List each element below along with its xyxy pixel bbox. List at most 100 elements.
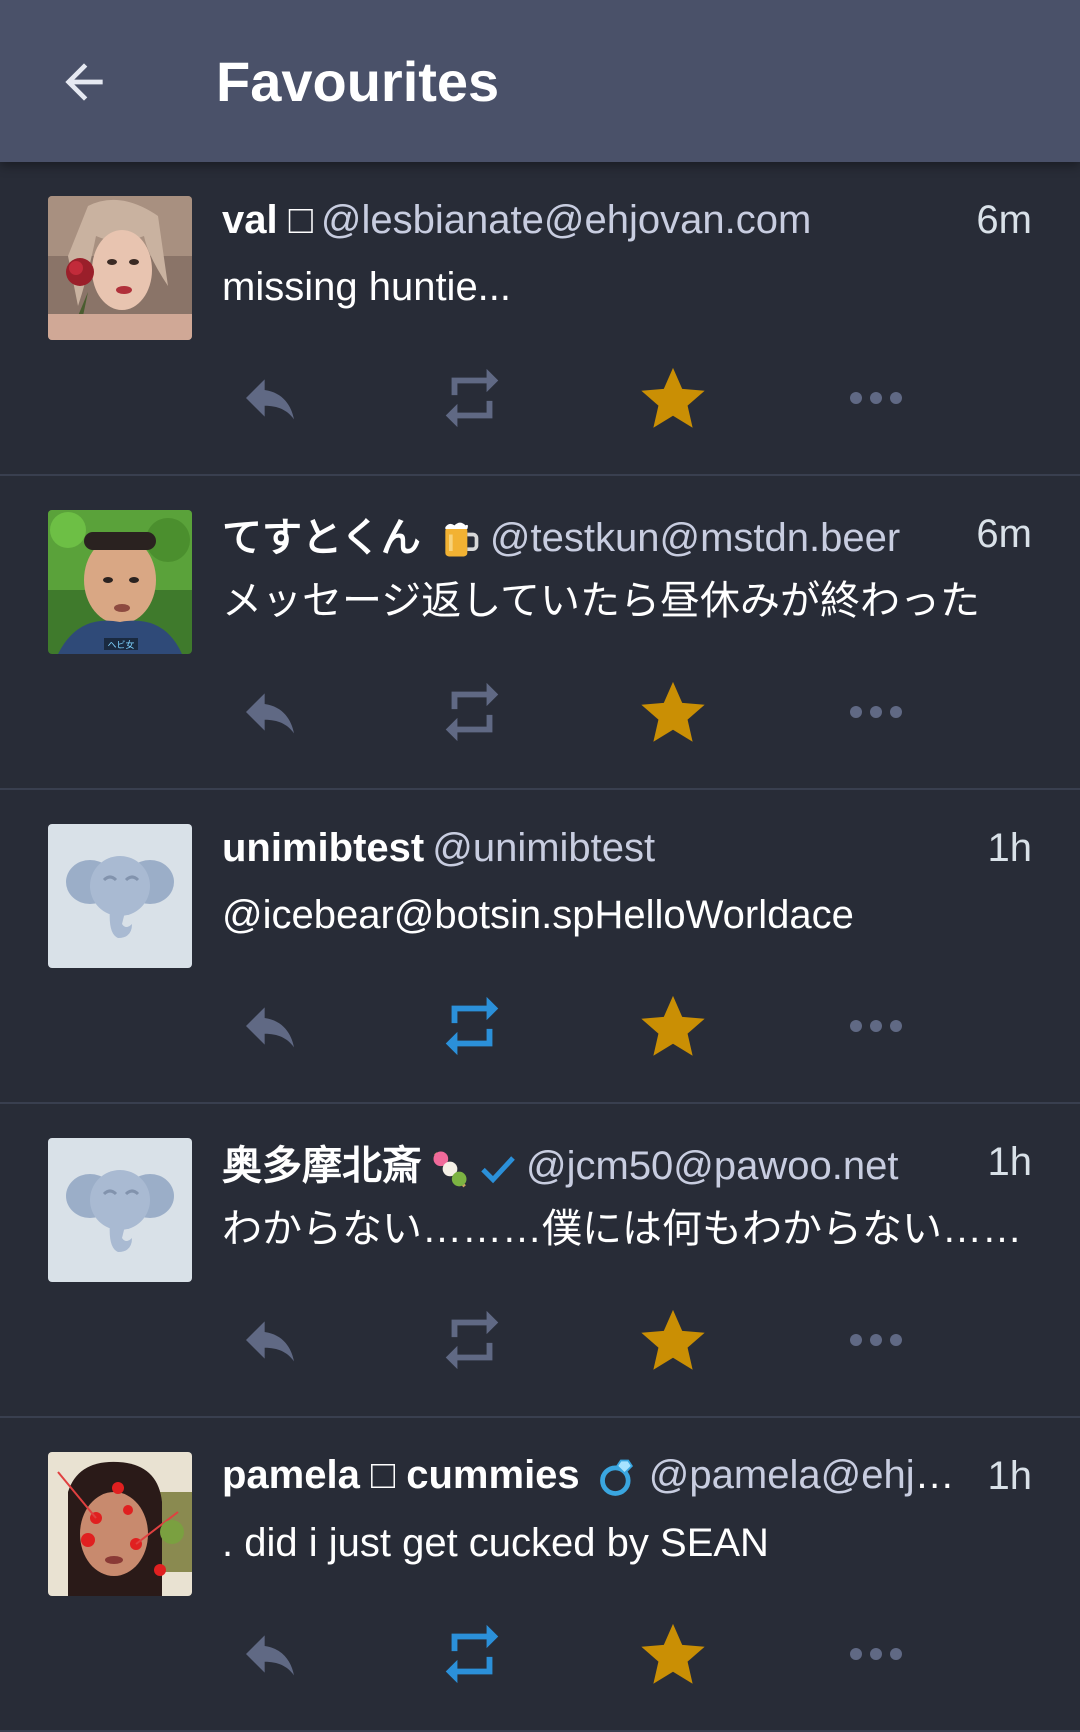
default-avatar-elephant-icon [48,824,192,968]
status-actions [0,1604,1080,1704]
page-title: Favourites [216,50,500,113]
reply-button[interactable] [220,1604,320,1704]
favourite-button[interactable] [623,1290,723,1390]
display-name-suffix[interactable]: cummies [395,1453,591,1497]
avatar[interactable] [48,196,192,340]
more-options-button[interactable] [826,348,926,448]
arrow-left-icon [65,63,103,101]
more-options-button[interactable] [826,976,926,1076]
favourite-button[interactable] [623,662,723,762]
reply-icon [246,1007,294,1048]
status-content[interactable]: @icebear@botsin.spHelloWorldace [222,885,1032,945]
ring-icon [599,1459,633,1497]
avatar[interactable] [48,824,192,968]
boost-button[interactable] [422,1604,522,1704]
dango-icon [433,1151,467,1188]
status-item[interactable]: pamela □ cummies @pamela@ehjovan.com 1h … [0,1418,1080,1732]
account-handle[interactable]: @pamela@ehjovan.com [649,1453,968,1497]
custom-emoji-icon: □ [370,1452,396,1497]
status-header: val □ @lesbianate@ehjovan.com 6m [222,190,1032,250]
status-header: てすとくん @testkun@mstdn.beer 6m [222,504,1032,564]
boost-button[interactable] [422,662,522,762]
account-handle[interactable]: @lesbianate@ehjovan.com [321,198,811,242]
reply-button[interactable] [220,1290,320,1390]
account-handle[interactable]: @testkun@mstdn.beer [490,516,900,560]
star-icon [641,1623,705,1684]
more-horizontal-icon [850,1334,902,1346]
more-options-button[interactable] [826,1290,926,1390]
timestamp[interactable]: 1h [988,1140,1033,1185]
more-options-button[interactable] [826,1604,926,1704]
more-horizontal-icon [850,1648,902,1660]
name-and-handle: val □ @lesbianate@ehjovan.com [222,198,956,243]
status-header: unimibtest @unimibtest 1h [222,818,1032,878]
reply-button[interactable] [220,662,320,762]
status-actions [0,1290,1080,1390]
status-content[interactable]: わからない………僕には何もわからない……… [222,1199,1032,1259]
boost-button[interactable] [422,976,522,1076]
favourite-button[interactable] [623,348,723,448]
star-icon [641,367,705,428]
boost-button[interactable] [422,348,522,448]
status-content[interactable]: メッセージ返していたら昼休みが終わった [222,571,1032,631]
status-header: 奥多摩北斎 @jcm50@pawoo.net 1h [222,1132,1032,1192]
custom-emoji-icon: □ [288,197,313,242]
svg-text:ヘビ女: ヘビ女 [107,639,134,651]
timeline: val □ @lesbianate@ehjovan.com 6m missing … [0,162,1080,1732]
reply-icon [246,379,294,420]
more-options-button[interactable] [826,662,926,762]
avatar[interactable] [48,1138,192,1282]
more-horizontal-icon [850,1020,902,1032]
boost-icon [445,682,499,742]
status-item[interactable]: 奥多摩北斎 @jcm50@pawoo.net 1h わからない………僕には何もわ… [0,1104,1080,1418]
star-icon [641,995,705,1056]
timestamp[interactable]: 1h [988,1454,1033,1499]
timestamp[interactable]: 1h [988,826,1033,871]
boost-icon [445,1624,499,1684]
status-content[interactable]: . did i just get cucked by SEAN [222,1513,1032,1573]
more-horizontal-icon [850,392,902,404]
display-name[interactable]: unimibtest [222,826,424,870]
avatar[interactable]: ヘビ女 [48,510,192,654]
beer-mug-icon [445,523,479,557]
reply-button[interactable] [220,348,320,448]
account-handle[interactable]: @unimibtest [432,826,655,870]
favourite-button[interactable] [623,1604,723,1704]
display-name[interactable]: てすとくん [222,516,432,560]
boost-icon [445,996,499,1056]
star-icon [641,1309,705,1370]
status-header: pamela □ cummies @pamela@ehjovan.com 1h [222,1446,1032,1506]
name-and-handle: 奥多摩北斎 @jcm50@pawoo.net [222,1133,968,1191]
display-name[interactable]: pamela [222,1453,371,1497]
status-item[interactable]: val □ @lesbianate@ehjovan.com 6m missing … [0,162,1080,476]
star-icon [641,681,705,742]
status-actions [0,348,1080,448]
timestamp[interactable]: 6m [976,512,1032,557]
more-horizontal-icon [850,706,902,718]
name-and-handle: てすとくん @testkun@mstdn.beer [222,505,956,563]
status-item[interactable]: unimibtest @unimibtest 1h @icebear@botsin… [0,790,1080,1104]
back-button[interactable] [48,46,120,118]
boost-icon [445,1310,499,1370]
timestamp[interactable]: 6m [976,198,1032,243]
boost-button[interactable] [422,1290,522,1390]
name-and-handle: unimibtest @unimibtest [222,826,968,871]
avatar[interactable] [48,1452,192,1596]
favourite-button[interactable] [623,976,723,1076]
status-item[interactable]: ヘビ女 てすとくん @testkun@mstdn.beer 6m メッセージ返し… [0,476,1080,790]
status-actions [0,662,1080,762]
app-bar: Favourites [0,0,1080,162]
status-actions [0,976,1080,1076]
check-mark-icon [481,1156,515,1184]
display-name[interactable]: val [222,198,289,242]
reply-icon [246,1635,294,1676]
default-avatar-elephant-icon [48,1138,192,1282]
reply-icon [246,693,294,734]
name-and-handle: pamela □ cummies @pamela@ehjovan.com [222,1453,968,1499]
reply-icon [246,1321,294,1362]
reply-button[interactable] [220,976,320,1076]
status-content[interactable]: missing huntie... [222,257,1032,317]
boost-icon [445,368,499,428]
display-name[interactable]: 奥多摩北斎 [222,1144,422,1188]
account-handle[interactable]: @jcm50@pawoo.net [526,1144,899,1188]
